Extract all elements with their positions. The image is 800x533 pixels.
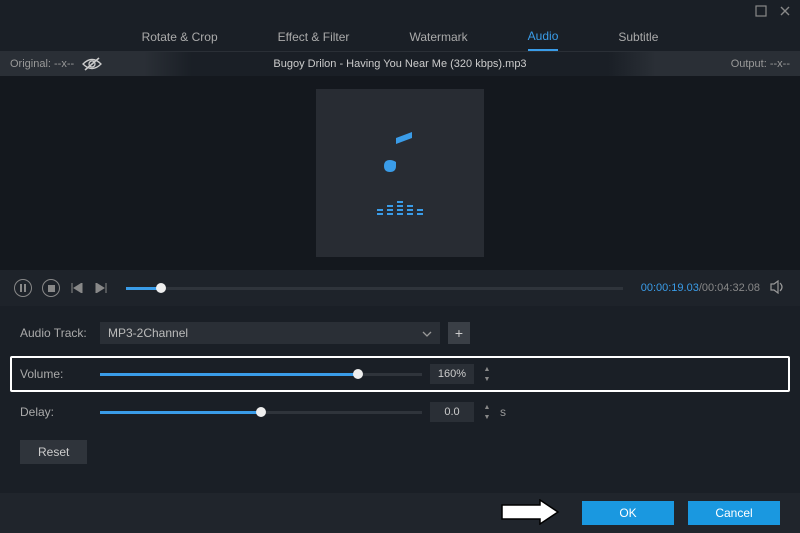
ok-button[interactable]: OK xyxy=(582,501,674,525)
delay-slider-fill xyxy=(100,411,261,414)
playback-progress-thumb[interactable] xyxy=(156,283,166,293)
file-info-bar: Original: --x-- Bugoy Drilon - Having Yo… xyxy=(0,52,800,76)
playback-progress-slider[interactable] xyxy=(126,287,623,290)
close-button[interactable] xyxy=(778,4,792,18)
volume-step-down[interactable]: ▼ xyxy=(482,374,492,384)
playback-bar: 00:00:19.03/00:04:32.08 xyxy=(0,270,800,306)
next-track-button[interactable] xyxy=(94,281,108,295)
delay-slider[interactable] xyxy=(100,411,422,414)
original-dimensions-label: Original: --x-- xyxy=(10,58,74,70)
footer: OK Cancel xyxy=(0,493,800,533)
preview-toggle-icon[interactable] xyxy=(82,57,102,71)
total-time-label: /00:04:32.08 xyxy=(699,282,760,294)
volume-step-up[interactable]: ▲ xyxy=(482,364,492,374)
tab-bar: Rotate & Crop Effect & Filter Watermark … xyxy=(0,22,800,52)
volume-value-field[interactable]: 160% xyxy=(430,364,474,384)
delay-step-up[interactable]: ▲ xyxy=(482,402,492,412)
volume-highlight-box: Volume: 160% ▲ ▼ xyxy=(10,356,790,392)
tab-rotate-crop[interactable]: Rotate & Crop xyxy=(142,24,218,50)
delay-unit-label: s xyxy=(500,405,510,419)
volume-slider-thumb[interactable] xyxy=(353,369,363,379)
music-note-icon xyxy=(382,132,418,181)
delay-label: Delay: xyxy=(20,405,92,419)
delay-value-field[interactable]: 0.0 xyxy=(430,402,474,422)
prev-track-button[interactable] xyxy=(70,281,84,295)
minimize-button[interactable] xyxy=(754,4,768,18)
equalizer-icon xyxy=(377,201,423,215)
stop-button[interactable] xyxy=(42,279,60,297)
delay-step-down[interactable]: ▼ xyxy=(482,412,492,422)
tab-effect-filter[interactable]: Effect & Filter xyxy=(278,24,350,50)
output-dimensions-label: Output: --x-- xyxy=(731,58,790,70)
reset-button[interactable]: Reset xyxy=(20,440,87,464)
tab-subtitle[interactable]: Subtitle xyxy=(618,24,658,50)
audio-track-select[interactable]: MP3-2Channel xyxy=(100,322,440,344)
preview-area xyxy=(0,76,800,270)
cancel-button[interactable]: Cancel xyxy=(688,501,780,525)
volume-slider[interactable] xyxy=(100,373,422,376)
volume-label: Volume: xyxy=(20,367,92,381)
tab-audio[interactable]: Audio xyxy=(528,23,559,51)
audio-track-label: Audio Track: xyxy=(20,326,92,340)
current-time-label: 00:00:19.03 xyxy=(641,282,699,294)
audio-track-value: MP3-2Channel xyxy=(108,326,188,340)
chevron-down-icon xyxy=(422,326,432,340)
play-pause-button[interactable] xyxy=(14,279,32,297)
volume-slider-fill xyxy=(100,373,358,376)
volume-icon[interactable] xyxy=(770,280,786,297)
tab-watermark[interactable]: Watermark xyxy=(409,24,467,50)
add-audio-track-button[interactable]: + xyxy=(448,322,470,344)
delay-slider-thumb[interactable] xyxy=(256,407,266,417)
filename-label: Bugoy Drilon - Having You Near Me (320 k… xyxy=(273,58,526,70)
audio-preview-thumbnail xyxy=(316,89,484,257)
